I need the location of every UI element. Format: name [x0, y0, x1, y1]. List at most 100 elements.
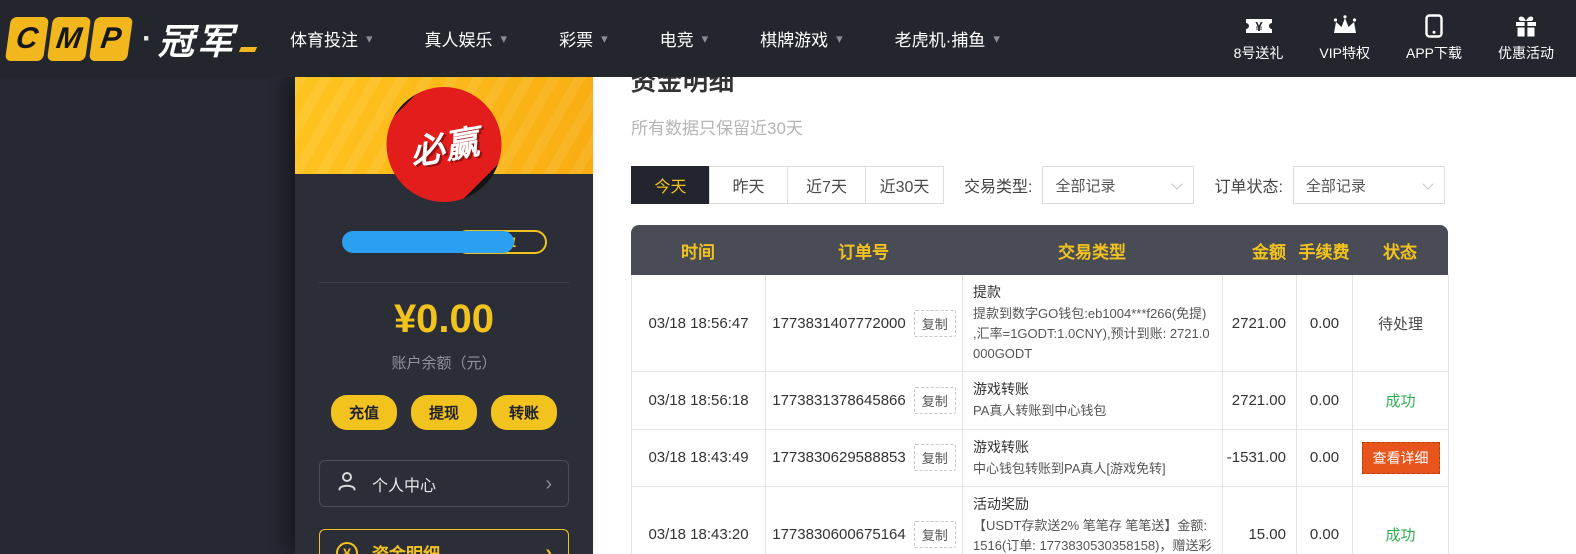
main-menu: 体育投注 ▾ 真人娱乐 ▾ 彩票 ▾ 电竞 ▾ 棋牌游戏 ▾ 老虎机·捕鱼 ▾ — [290, 26, 1000, 51]
nav-item-label: 真人娱乐 — [424, 31, 493, 50]
col-header-order: 订单号 — [838, 242, 889, 262]
nav-item-label: 彩票 — [559, 31, 594, 50]
top-nav: C M P · 冠军 体育投注 ▾ 真人娱乐 ▾ 彩票 ▾ 电竞 ▾ 棋牌游戏 … — [0, 0, 1576, 77]
sidebar-item-label: 个人中心 — [372, 477, 437, 495]
sidebar-divider — [319, 282, 569, 283]
order-number: 1773831378645866 — [772, 391, 906, 409]
cell-amount: 2721.00 — [1223, 275, 1297, 373]
cell-fee: 0.00 — [1297, 275, 1353, 373]
copy-button[interactable]: 复制 — [913, 521, 956, 549]
logo-dash — [238, 47, 258, 52]
account-sidebar: 必赢 VIP.1 ¥0.00 账户余额（元） 充值 提现 转账 个人中心 › ¥ — [295, 77, 593, 554]
chevron-down-icon: ▾ — [601, 30, 608, 46]
sidebar-item-label: 资金明细 — [372, 540, 440, 554]
cell-type: 活动奖励 【USDT存款送2% 笔笔存 笔笔送】金额: 1516(订单: 177… — [963, 486, 1223, 554]
nav-item-lottery[interactable]: 彩票 ▾ — [559, 26, 608, 51]
tab-today[interactable]: 今天 — [631, 166, 710, 204]
cell-time: 03/18 18:43:49 — [632, 429, 766, 487]
transactions-table: 时间 订单号 交易类型 金额 手续费 状态 03/18 18:56:47 177… — [631, 225, 1449, 554]
shortcut-promotions[interactable]: 优惠活动 — [1498, 14, 1554, 63]
account-balance: ¥0.00 — [393, 297, 495, 341]
shortcut-app-download[interactable]: APP下载 — [1406, 14, 1462, 63]
cell-status: 成功 — [1353, 486, 1449, 554]
table-row: 03/18 18:43:49 1773830629588853 复制 游戏转账 … — [631, 429, 1449, 487]
gift-icon — [1514, 14, 1538, 38]
nav-item-slots-fishing[interactable]: 老虎机·捕鱼 ▾ — [895, 26, 1000, 51]
table-row: 03/18 18:43:20 1773830600675164 复制 活动奖励 … — [631, 486, 1449, 554]
chevron-down-icon: ▾ — [993, 30, 1000, 46]
cell-type: 游戏转账 PA真人转账到中心钱包 — [963, 372, 1223, 430]
status-badge: 成功 — [1385, 527, 1416, 545]
logo-letter-m: M — [46, 16, 92, 61]
chevron-down-icon: ▾ — [366, 30, 373, 46]
cell-fee: 0.00 — [1297, 429, 1353, 487]
shortcut-label: APP下载 — [1405, 45, 1462, 61]
logo-brand-text: 冠军 — [158, 20, 237, 62]
logo-letter-p: P — [88, 16, 134, 61]
transaction-type-label: 交易类型: — [964, 179, 1033, 196]
chevron-right-icon: › — [545, 541, 552, 554]
shortcut-label: VIP特权 — [1319, 45, 1370, 61]
col-header-time: 时间 — [681, 242, 715, 262]
copy-button[interactable]: 复制 — [913, 386, 956, 414]
status-badge: 待处理 — [1377, 315, 1423, 333]
cell-time: 03/18 18:56:47 — [632, 275, 766, 373]
tab-last7days[interactable]: 近7天 — [787, 166, 866, 204]
vip-progress-bar — [341, 231, 514, 253]
cell-status: 待处理 — [1353, 275, 1449, 373]
cell-fee: 0.00 — [1297, 372, 1353, 430]
shortcut-gift-day8[interactable]: ¥ 8号送礼 — [1233, 14, 1284, 63]
nav-item-live-casino[interactable]: 真人娱乐 ▾ — [425, 26, 508, 51]
wallet-actions: 充值 提现 转账 — [295, 395, 593, 430]
cell-amount: 2721.00 — [1223, 372, 1297, 430]
nav-item-label: 棋牌游戏 — [760, 31, 829, 50]
type-description: 【USDT存款送2% 笔笔存 笔笔送】金额: 1516(订单: 17738305… — [973, 517, 1212, 553]
type-title: 游戏转账 — [973, 438, 1029, 455]
cell-status: 成功 — [1353, 372, 1449, 430]
chevron-right-icon: › — [545, 472, 552, 495]
shortcut-label: 8号送礼 — [1233, 45, 1284, 61]
order-status-select[interactable]: 全部记录 — [1292, 166, 1445, 204]
nav-item-label: 电竞 — [659, 31, 694, 50]
nav-shortcuts: ¥ 8号送礼 VIP特权 APP下载 优惠活动 — [1234, 14, 1558, 63]
chevron-down-icon: ▾ — [701, 30, 709, 46]
copy-button[interactable]: 复制 — [913, 309, 956, 337]
view-details-button[interactable]: 查看详细 — [1361, 441, 1440, 474]
withdraw-button[interactable]: 提现 — [410, 395, 477, 430]
cell-amount: -1531.00 — [1223, 429, 1297, 487]
phone-icon — [1425, 14, 1443, 38]
nav-item-board-games[interactable]: 棋牌游戏 ▾ — [760, 26, 843, 51]
tab-last30days[interactable]: 近30天 — [865, 166, 944, 204]
nav-item-sports[interactable]: 体育投注 ▾ — [290, 26, 373, 51]
chevron-down-icon: ▾ — [500, 30, 508, 46]
avatar: 必赢 — [386, 87, 502, 202]
chevron-down-icon: ▾ — [836, 30, 843, 46]
cell-fee: 0.00 — [1297, 486, 1353, 554]
transaction-type-select[interactable]: 全部记录 — [1042, 166, 1195, 204]
shortcut-vip[interactable]: VIP特权 — [1319, 14, 1370, 63]
copy-button[interactable]: 复制 — [913, 444, 956, 472]
cell-order: 1773830600675164 复制 — [766, 486, 963, 554]
yuan-symbol: ¥ — [343, 544, 351, 554]
table-row: 03/18 18:56:47 1773831407772000 复制 提款 提款… — [631, 275, 1449, 373]
deposit-button[interactable]: 充值 — [330, 395, 397, 430]
cell-status: 查看详细 — [1353, 429, 1449, 487]
tab-yesterday[interactable]: 昨天 — [709, 166, 788, 204]
order-number: 1773831407772000 — [772, 314, 906, 332]
cell-type: 游戏转账 中心钱包转账到PA真人[游戏免转] — [963, 429, 1223, 487]
sidebar-item-fund-details[interactable]: ¥ 资金明细 › — [319, 529, 569, 554]
type-description: 提款到数字GO钱包:eb1004***f266(免提) ,汇率=1GODT:1.… — [973, 306, 1210, 362]
col-header-type: 交易类型 — [1058, 242, 1126, 262]
retention-notice: 所有数据只保留近30天 — [631, 119, 803, 138]
col-header-amount: 金额 — [1252, 242, 1286, 262]
brand-logo[interactable]: C M P · 冠军 — [4, 13, 258, 65]
transfer-button[interactable]: 转账 — [491, 395, 558, 430]
order-number: 1773830629588853 — [772, 449, 906, 467]
sidebar-item-personal-center[interactable]: 个人中心 › — [319, 460, 569, 507]
logo-separator: · — [142, 21, 152, 55]
type-title: 提款 — [973, 284, 1001, 300]
filter-bar: 今天 昨天 近7天 近30天 交易类型: 全部记录 订单状态: 全部记录 — [631, 166, 1576, 204]
nav-item-esports[interactable]: 电竞 ▾ — [660, 26, 709, 51]
vip-progress: VIP.1 — [341, 230, 547, 254]
type-title: 游戏转账 — [973, 381, 1029, 398]
